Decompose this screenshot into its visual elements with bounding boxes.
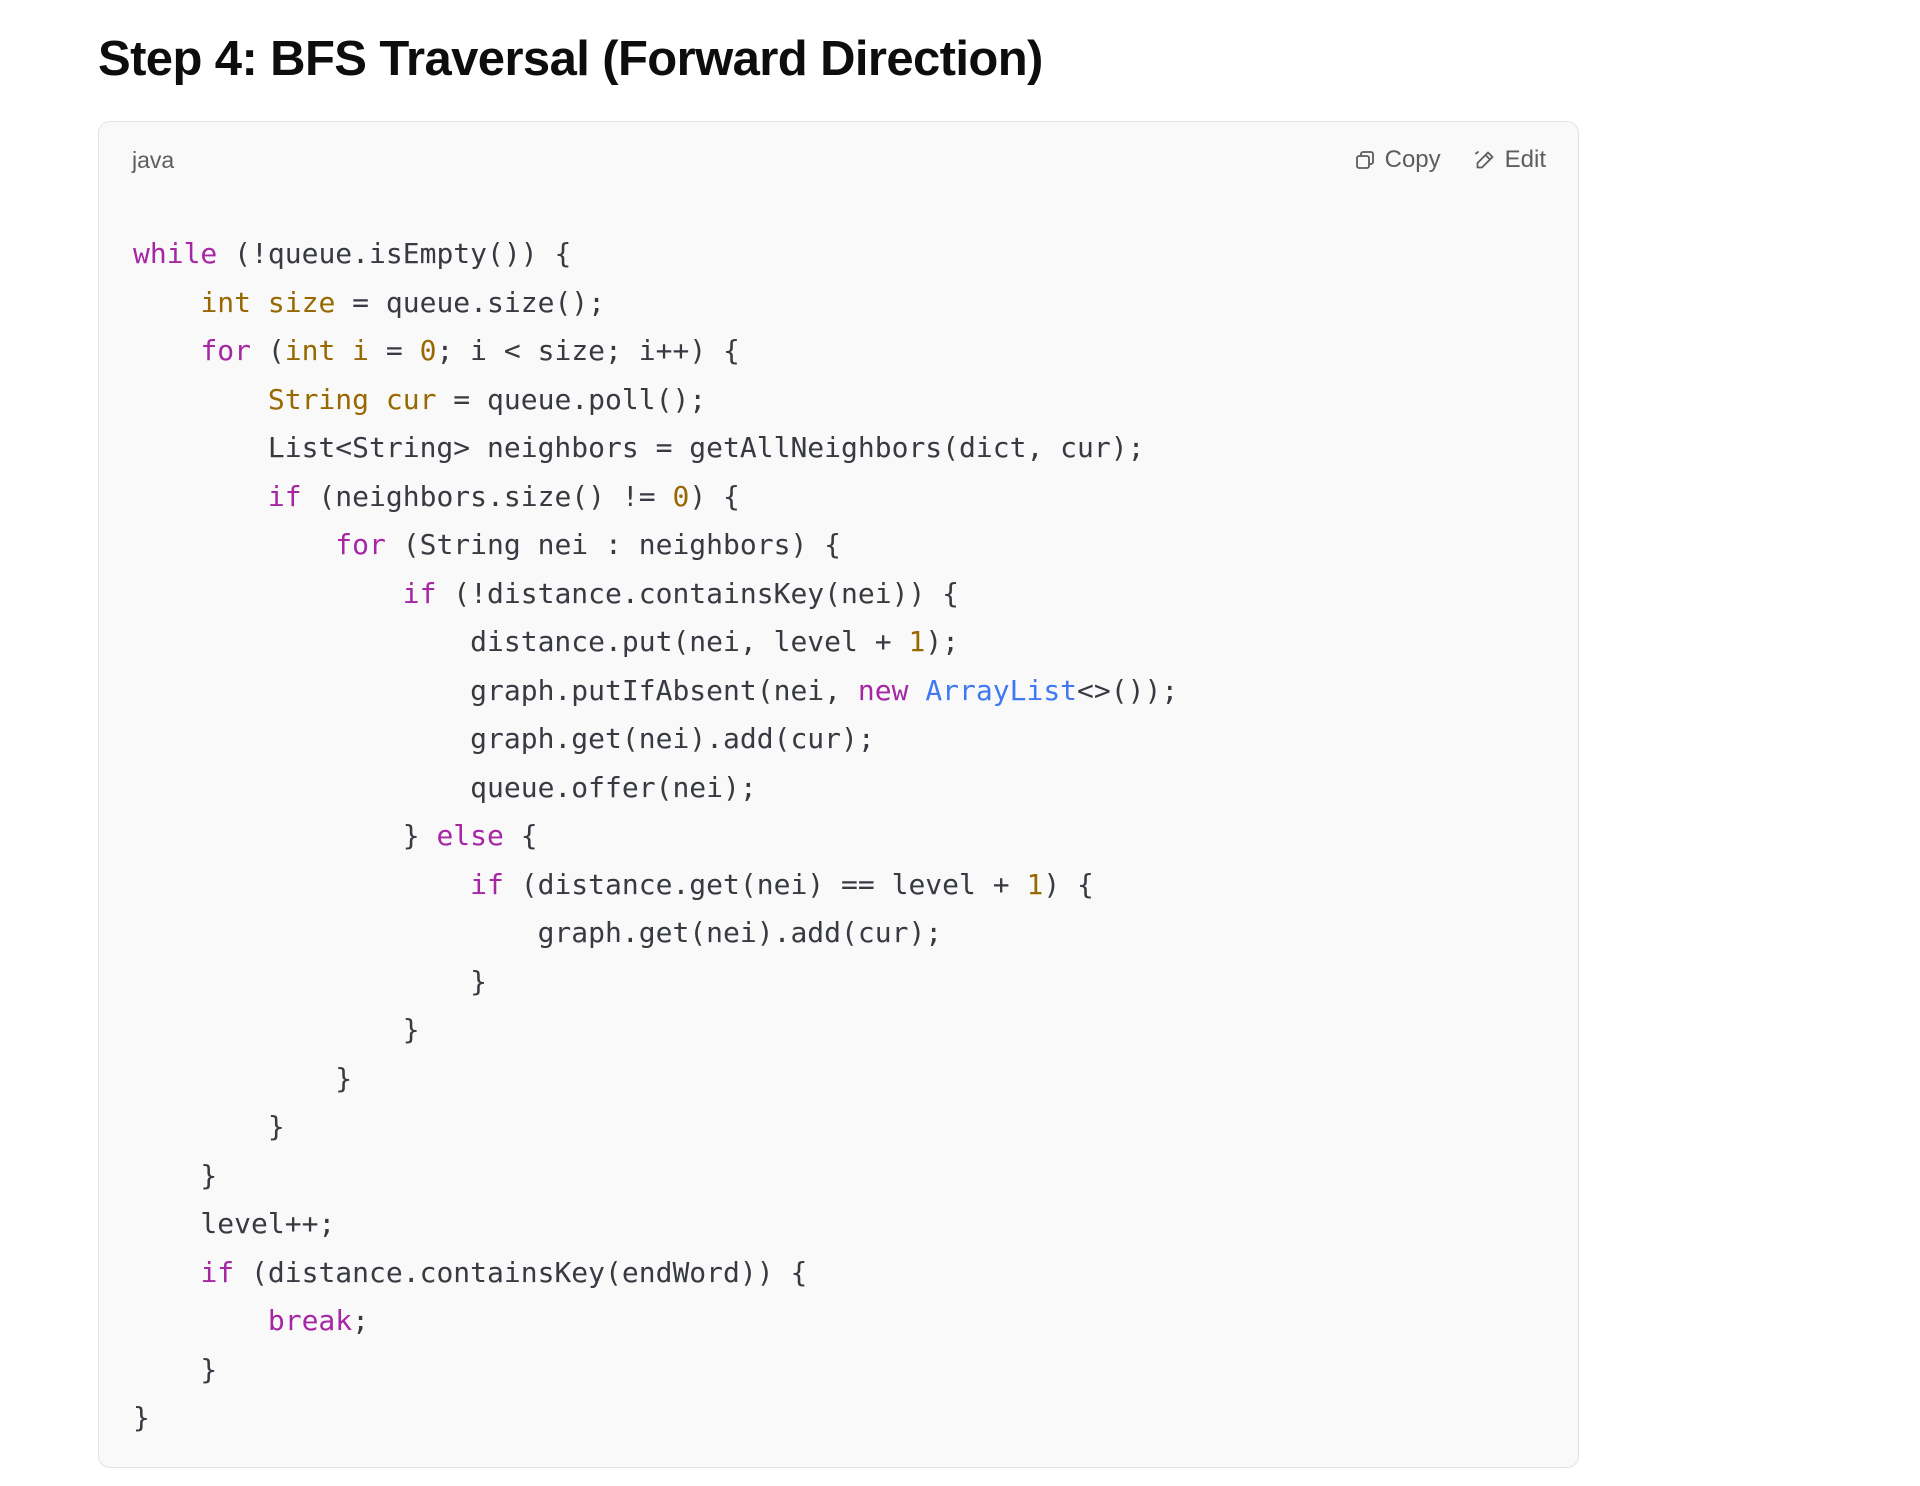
code-line: graph.get(nei).add(cur);: [133, 715, 1558, 764]
code-keyword: if: [470, 867, 504, 901]
code-line: }: [133, 1103, 1558, 1152]
code-text: = queue.size();: [335, 285, 606, 319]
code-type: String cur: [267, 382, 437, 416]
code-block-header: java Copy Edit: [99, 122, 1578, 194]
code-class-name: ArrayList: [925, 673, 1078, 707]
code-text: List<String> neighbors = getAllNeighbors…: [133, 431, 1145, 464]
code-text: (String nei : neighbors) {: [385, 528, 842, 561]
code-line: graph.get(nei).add(cur);: [133, 909, 1558, 958]
code-language-label: java: [132, 147, 175, 173]
pencil-icon: [1473, 148, 1497, 172]
code-text: ;: [352, 1304, 370, 1337]
code-line: distance.put(nei, level + 1);: [133, 618, 1558, 667]
code-number: 1: [1026, 867, 1044, 901]
code-text: queue.offer(nei);: [133, 770, 757, 804]
code-text: ; i < size; i++) {: [436, 334, 740, 367]
code-text: distance.put(nei, level +: [133, 625, 909, 658]
code-keyword: for: [335, 528, 386, 561]
code-keyword: for: [200, 334, 252, 367]
code-keyword: if: [200, 1255, 235, 1289]
code-text: (!queue.isEmpty()) {: [217, 237, 572, 270]
code-text: }: [133, 819, 437, 852]
edit-button-label: Edit: [1504, 146, 1546, 173]
code-type: int size: [200, 285, 336, 319]
code-text: }: [133, 1352, 218, 1386]
code-text: (: [251, 334, 285, 367]
code-line: }: [133, 1006, 1558, 1055]
code-line: level++;: [133, 1200, 1558, 1249]
code-keyword: break: [267, 1304, 353, 1337]
code-text: );: [925, 625, 960, 658]
code-text: = queue.poll();: [436, 382, 707, 416]
code-line: }: [133, 1055, 1558, 1104]
code-line: }: [133, 958, 1558, 1007]
code-text: ) {: [689, 479, 740, 513]
code-text: =: [369, 334, 420, 367]
code-block: java Copy Edit while (!queue.isEmpty()) …: [98, 121, 1579, 1468]
code-line: }: [133, 1152, 1558, 1201]
page-title: Step 4: BFS Traversal (Forward Direction…: [98, 32, 1043, 86]
code-keyword: else: [436, 819, 504, 852]
code-line: for (String nei : neighbors) {: [133, 521, 1558, 570]
code-number: 1: [908, 625, 926, 658]
code-text: }: [133, 1401, 150, 1434]
code-line: String cur = queue.poll();: [133, 376, 1558, 425]
code-line: while (!queue.isEmpty()) {: [133, 230, 1558, 279]
code-keyword: if: [267, 479, 302, 513]
code-line: }: [133, 1346, 1558, 1395]
code-text: }: [133, 964, 488, 998]
edit-button[interactable]: Edit: [1473, 142, 1546, 178]
code-number: 0: [419, 334, 437, 367]
code-text: level++;: [133, 1207, 336, 1240]
code-text: ) {: [1043, 867, 1094, 901]
code-keyword: new: [857, 673, 909, 707]
code-line: queue.offer(nei);: [133, 764, 1558, 813]
code-line: if (neighbors.size() != 0) {: [133, 473, 1558, 522]
code-line: for (int i = 0; i < size; i++) {: [133, 327, 1558, 376]
copy-button[interactable]: Copy: [1353, 142, 1441, 178]
copy-icon: [1353, 148, 1377, 172]
code-line: if (distance.get(nei) == level + 1) {: [133, 861, 1558, 910]
code-line: if (distance.containsKey(endWord)) {: [133, 1249, 1558, 1298]
code-line: graph.putIfAbsent(nei, new ArrayList<>()…: [133, 667, 1558, 716]
code-text: }: [133, 1158, 218, 1192]
code-text: <>());: [1077, 673, 1179, 707]
code-text: (distance.get(nei) == level +: [503, 867, 1027, 901]
code-line: if (!distance.containsKey(nei)) {: [133, 570, 1558, 619]
code-actions: Copy Edit: [1353, 142, 1546, 178]
code-keyword: if: [402, 576, 437, 610]
code-number: 0: [672, 479, 690, 513]
code-text: graph.get(nei).add(cur);: [133, 722, 875, 755]
code-text: }: [133, 1061, 353, 1095]
code-text: }: [133, 1110, 285, 1143]
code-text: {: [503, 819, 538, 852]
code-text: (neighbors.size() !=: [301, 479, 673, 513]
code-line: } else {: [133, 812, 1558, 861]
code-text: graph.putIfAbsent(nei,: [133, 673, 858, 707]
code-type: int i: [284, 334, 370, 367]
code-line: List<String> neighbors = getAllNeighbors…: [133, 424, 1558, 473]
code-text: (distance.containsKey(endWord)) {: [234, 1255, 808, 1289]
code-text: graph.get(nei).add(cur);: [133, 916, 943, 949]
code-line: }: [133, 1394, 1558, 1443]
code-text: (!distance.containsKey(nei)) {: [436, 576, 960, 610]
code-text: }: [133, 1013, 420, 1046]
code-line: break;: [133, 1297, 1558, 1346]
code-keyword: while: [133, 237, 218, 270]
copy-button-label: Copy: [1384, 146, 1441, 173]
code-body: while (!queue.isEmpty()) { int size = qu…: [133, 230, 1558, 1443]
code-line: int size = queue.size();: [133, 279, 1558, 328]
